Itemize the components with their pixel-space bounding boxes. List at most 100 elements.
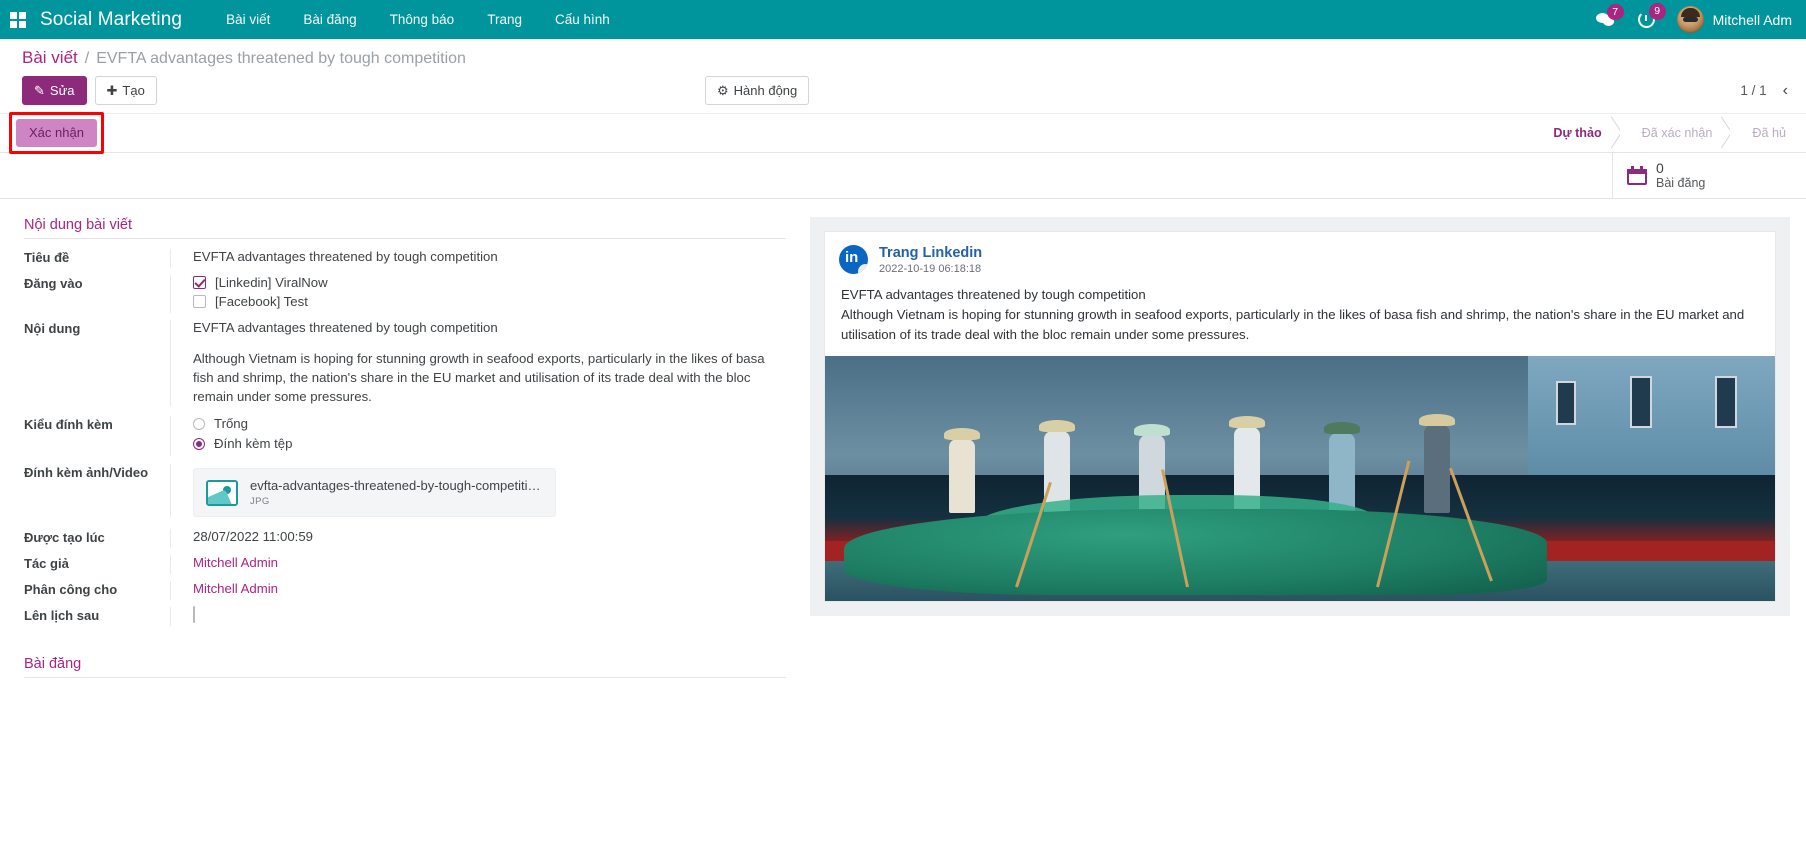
messages-badge: 7 — [1607, 4, 1624, 21]
section-title-content: Nội dung bài viết — [24, 217, 786, 239]
attachment-file-chip[interactable]: evfta-advantages-threatened-by-tough-com… — [193, 468, 556, 517]
action-button[interactable]: ⚙ Hành động — [705, 76, 809, 105]
content-headline: EVFTA advantages threatened by tough com… — [193, 320, 786, 335]
statusbar-stages: Dự thảo Đã xác nhận Đã hủ — [1531, 120, 1806, 146]
account-label-facebook: [Facebook] Test — [215, 294, 308, 309]
field-value-created-on: 28/07/2022 11:00:59 — [170, 529, 786, 548]
checkbox-schedule-later[interactable] — [193, 606, 195, 623]
field-label-attachment-type: Kiểu đính kèm — [24, 416, 170, 456]
menu-item-publications[interactable]: Bài đăng — [289, 3, 370, 36]
field-value-content[interactable]: EVFTA advantages threatened by tough com… — [170, 320, 786, 406]
activities-badge: 9 — [1649, 3, 1666, 20]
attachment-file-name: evfta-advantages-threatened-by-tough-com… — [250, 478, 543, 493]
field-label-post-on: Đăng vào — [24, 275, 170, 313]
field-value-title[interactable]: EVFTA advantages threatened by tough com… — [170, 249, 786, 268]
field-row-content: Nội dung EVFTA advantages threatened by … — [24, 320, 786, 406]
edit-button-label: Sửa — [50, 82, 75, 99]
pager-counter: 1 / 1 — [1740, 83, 1766, 98]
smart-button-label: Bài đăng — [1656, 176, 1705, 190]
breadcrumb: Bài viết / EVFTA advantages threatened b… — [14, 39, 1792, 70]
account-option-facebook[interactable]: [Facebook] Test — [193, 294, 786, 309]
attachment-option-none[interactable]: Trống — [193, 416, 786, 431]
field-label-assigned-to: Phân công cho — [24, 581, 170, 600]
attachment-option-file[interactable]: Đính kèm tệp — [193, 436, 786, 451]
preview-header: Trang Linkedin 2022-10-19 06:18:18 — [825, 232, 1775, 279]
pencil-icon: ✎ — [34, 82, 45, 99]
menu-item-notifications[interactable]: Thông báo — [376, 3, 469, 36]
image-file-icon — [206, 480, 238, 506]
confirm-button-highlight: Xác nhận — [9, 112, 104, 154]
control-panel: Bài viết / EVFTA advantages threatened b… — [0, 39, 1806, 113]
field-value-accounts: [Linkedin] ViralNow [Facebook] Test — [170, 275, 786, 313]
field-row-created-on: Được tạo lúc 28/07/2022 11:00:59 — [24, 529, 786, 548]
checkbox-linkedin[interactable] — [193, 276, 206, 289]
field-row-attachment-type: Kiểu đính kèm Trống Đính kèm tệp — [24, 416, 786, 456]
field-row-attachment: Đính kèm ảnh/Video evfta-advantages-thre… — [24, 464, 786, 517]
attachment-file-extension: JPG — [250, 496, 543, 507]
statusbar-row: Xác nhận Dự thảo Đã xác nhận Đã hủ — [0, 113, 1806, 153]
attachment-option-label-file: Đính kèm tệp — [214, 436, 292, 451]
field-label-attachment: Đính kèm ảnh/Video — [24, 464, 170, 517]
apps-grid-icon[interactable] — [10, 12, 26, 28]
preview-card: Trang Linkedin 2022-10-19 06:18:18 EVFTA… — [824, 231, 1776, 602]
gear-icon: ⚙ — [717, 82, 729, 99]
breadcrumb-root[interactable]: Bài viết — [22, 48, 78, 68]
chevron-left-icon[interactable]: ‹ — [1783, 83, 1788, 99]
preview-text: Although Vietnam is hoping for stunning … — [841, 305, 1759, 345]
stage-cancelled[interactable]: Đã hủ — [1730, 120, 1804, 146]
menu-item-configuration[interactable]: Cấu hình — [541, 3, 624, 36]
menu-item-pages[interactable]: Trang — [473, 3, 536, 36]
plus-icon: ✚ — [107, 82, 118, 99]
messages-button[interactable]: 7 — [1596, 12, 1616, 28]
form-sheet: Nội dung bài viết Tiêu đề EVFTA advantag… — [0, 199, 1806, 852]
radio-none[interactable] — [193, 418, 205, 430]
field-value-assigned-to[interactable]: Mitchell Admin — [193, 581, 278, 596]
content-body: Although Vietnam is hoping for stunning … — [193, 349, 786, 406]
menu-item-posts[interactable]: Bài viết — [212, 3, 284, 36]
breadcrumb-separator: / — [85, 50, 89, 68]
field-label-title: Tiêu đề — [24, 249, 170, 268]
preview-date: 2022-10-19 06:18:18 — [879, 263, 982, 275]
smart-button-posts[interactable]: 0 Bài đăng — [1612, 153, 1806, 198]
smart-button-value: 0 — [1656, 160, 1705, 176]
field-label-content: Nội dung — [24, 320, 170, 406]
field-row-schedule-later: Lên lịch sau — [24, 607, 786, 626]
breadcrumb-current: EVFTA advantages threatened by tough com… — [96, 50, 466, 68]
field-row-post-on: Đăng vào [Linkedin] ViralNow [Facebook] … — [24, 275, 786, 313]
stage-confirmed[interactable]: Đã xác nhận — [1620, 120, 1731, 146]
stage-draft[interactable]: Dự thảo — [1531, 120, 1619, 146]
field-label-schedule-later: Lên lịch sau — [24, 607, 170, 626]
account-option-linkedin[interactable]: [Linkedin] ViralNow — [193, 275, 786, 290]
create-button-label: Tạo — [122, 82, 144, 99]
user-menu[interactable]: Mitchell Adm — [1677, 6, 1792, 33]
preview-account-name[interactable]: Trang Linkedin — [879, 245, 982, 261]
app-brand-title[interactable]: Social Marketing — [40, 9, 182, 31]
activities-button[interactable]: 9 — [1638, 11, 1655, 28]
field-row-assigned-to: Phân công cho Mitchell Admin — [24, 581, 786, 600]
form-right-column: Trang Linkedin 2022-10-19 06:18:18 EVFTA… — [786, 217, 1790, 852]
top-navbar: Social Marketing Bài viết Bài đăng Thông… — [0, 0, 1806, 39]
control-panel-buttons: ✎ Sửa ✚ Tạo ⚙ Hành động 1 / 1 ‹ — [14, 70, 1792, 113]
preview-body: EVFTA advantages threatened by tough com… — [825, 279, 1775, 356]
preview-headline: EVFTA advantages threatened by tough com… — [841, 285, 1759, 305]
confirm-button[interactable]: Xác nhận — [16, 119, 97, 147]
field-value-author[interactable]: Mitchell Admin — [193, 555, 278, 570]
radio-file[interactable] — [193, 438, 205, 450]
checkbox-facebook[interactable] — [193, 295, 206, 308]
field-row-author: Tác giả Mitchell Admin — [24, 555, 786, 574]
user-name-label: Mitchell Adm — [1713, 12, 1792, 28]
smart-button-row: 0 Bài đăng — [0, 153, 1806, 199]
form-left-column: Nội dung bài viết Tiêu đề EVFTA advantag… — [16, 217, 786, 852]
avatar — [1677, 6, 1704, 33]
attachment-option-label-none: Trống — [214, 416, 248, 431]
field-label-created-on: Được tạo lúc — [24, 529, 170, 548]
field-value-attachment: evfta-advantages-threatened-by-tough-com… — [170, 464, 786, 517]
main-menu: Bài viết Bài đăng Thông báo Trang Cấu hì… — [212, 3, 624, 36]
field-label-author: Tác giả — [24, 555, 170, 574]
navbar-right-tools: 7 9 Mitchell Adm — [1596, 6, 1792, 33]
edit-button[interactable]: ✎ Sửa — [22, 76, 87, 105]
create-button[interactable]: ✚ Tạo — [95, 76, 157, 105]
field-value-attachment-type: Trống Đính kèm tệp — [170, 416, 786, 456]
section-title-posts: Bài đăng — [24, 656, 786, 678]
action-button-label: Hành động — [734, 82, 798, 99]
